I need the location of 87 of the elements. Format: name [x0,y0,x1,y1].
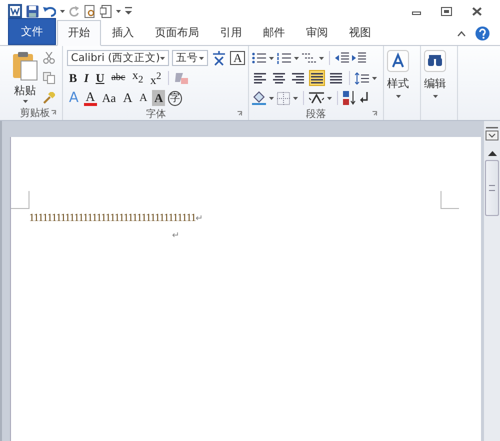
ribbon-tab[interactable]: 引用 [210,21,252,45]
margin-corner-mark [440,191,459,209]
restore-icon[interactable] [441,6,452,16]
caret-icon[interactable] [372,76,377,80]
save-icon[interactable] [26,4,39,18]
format-button[interactable]: U [94,70,106,86]
caret-icon[interactable] [269,56,274,60]
format-button[interactable]: A [152,90,165,106]
ribbon-tab[interactable]: 审阅 [296,21,338,45]
format-button[interactable]: I [82,70,91,86]
caret-icon[interactable] [269,96,274,100]
caret-icon[interactable] [327,96,332,100]
dialog-launcher-icon[interactable] [372,111,378,117]
group-label: 字体 [146,108,166,121]
group-label: 剪贴板 [20,106,50,120]
scissors-icon[interactable] [43,52,55,64]
styles-button[interactable]: 样式 [387,49,409,106]
borders-icon[interactable] [277,92,290,104]
collapse-ribbon-icon[interactable] [457,30,466,36]
scroll-thumb[interactable] [485,160,499,216]
shading-icon[interactable] [252,91,266,105]
caret-icon[interactable] [294,56,299,60]
format-button[interactable]: A [84,90,97,106]
document-icon[interactable] [100,4,112,18]
center-button[interactable] [271,70,287,86]
ribbon-tab[interactable]: 开始 [57,20,101,46]
ribbon-tab[interactable]: 视图 [339,21,381,45]
editing-button[interactable]: 编辑 [424,49,446,106]
scroll-up-icon[interactable] [488,151,496,156]
font-size-field[interactable]: 五号 [172,50,208,66]
show-marks-icon[interactable] [360,92,370,104]
format-button[interactable]: x$_{2}$ [130,67,146,89]
font-name-field[interactable]: Calibri (西文正文) [67,50,170,66]
increase-indent-icon[interactable] [352,52,366,64]
caret-icon[interactable] [293,96,298,100]
distributed-button[interactable] [328,70,344,86]
numbering-icon[interactable] [277,52,291,64]
format-button[interactable]: x$^{2}$ [148,68,164,88]
asian-layout-icon[interactable] [309,92,324,104]
binoculars-icon [424,50,446,72]
caret-icon[interactable] [319,56,324,60]
app-icon[interactable] [8,4,22,18]
ruler-toggle-icon[interactable] [485,127,499,141]
close-icon[interactable] [472,6,482,16]
line-spacing-icon[interactable] [355,72,369,84]
multilevel-list-icon[interactable] [302,52,316,64]
caret-icon [160,56,166,60]
paste-button[interactable]: 粘贴 [11,49,39,106]
format-painter-icon[interactable] [43,92,55,104]
undo-icon[interactable] [43,5,56,17]
align-right-button[interactable] [290,70,306,86]
decrease-indent-icon[interactable] [335,52,349,64]
group-label: 段落 [306,108,326,121]
format-button[interactable]: Aa [100,90,118,106]
align-left-button[interactable] [252,70,268,86]
paragraph-mark: ↵ [196,212,204,225]
dialog-launcher-icon[interactable] [237,111,243,117]
character-border-button[interactable]: A [230,51,245,65]
caret-icon[interactable] [60,10,65,12]
format-button[interactable]: A [137,90,150,106]
clipboard-icon [12,51,38,81]
customize-toolbar-icon[interactable] [125,7,132,15]
phonetic-guide-icon[interactable] [211,50,228,66]
help-icon[interactable] [475,26,490,41]
paragraph-mark: ↵ [172,229,180,242]
bullets-icon[interactable] [252,52,266,64]
sort-icon[interactable] [343,91,357,105]
print-preview-icon[interactable] [84,4,96,18]
caret-icon [22,100,28,103]
caret-icon [432,95,438,98]
ribbon-tab[interactable]: 页面布局 [145,21,209,45]
copy-icon[interactable] [43,72,55,84]
justify-button[interactable] [309,70,325,86]
dialog-launcher-icon[interactable] [51,110,57,116]
margin-corner-mark [11,191,30,209]
document-text: 1111111111111111111111111111111111111 [29,211,196,225]
format-button[interactable]: abc [109,70,128,86]
ribbon-tab[interactable]: 插入 [102,21,144,45]
caret-icon [396,95,400,98]
caret-icon [199,56,204,60]
ribbon-tab[interactable]: 邮件 [253,21,295,45]
format-button[interactable]: B [67,70,80,86]
caret-icon[interactable] [116,10,121,12]
file-tab[interactable]: 文件 [8,18,56,45]
format-button[interactable]: 字 [168,90,182,106]
format-button[interactable]: A [120,90,134,106]
styles-icon [387,50,409,72]
